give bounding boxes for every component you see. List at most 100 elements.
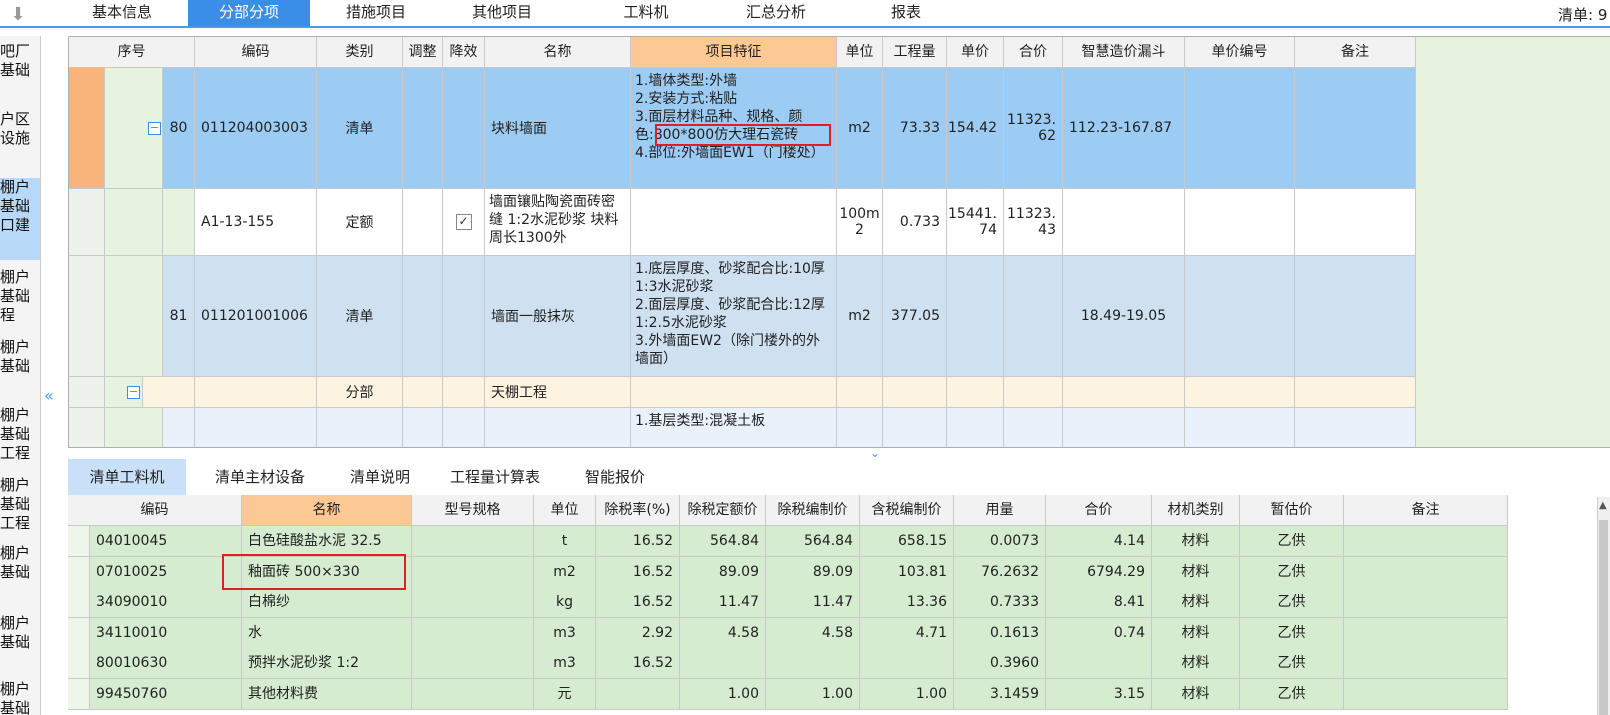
adjust-cell[interactable]	[403, 68, 443, 189]
reduce-checkbox[interactable]: ✓	[455, 214, 472, 230]
code-cell[interactable]	[195, 377, 317, 408]
remark-cell[interactable]	[1344, 678, 1508, 710]
adjust-cell[interactable]	[403, 377, 443, 408]
col-header[interactable]: 用量	[954, 495, 1046, 526]
tab-sub-items[interactable]: 分部分项	[188, 0, 310, 26]
spec-cell[interactable]	[412, 648, 534, 679]
estimate-cell[interactable]: 乙供	[1240, 648, 1344, 679]
sidebar-item[interactable]: 棚户 基础	[0, 338, 40, 380]
name-cell[interactable]: 白色硅酸盐水泥 32.5	[242, 526, 412, 557]
name-cell[interactable]: 墙面一般抹灰	[485, 256, 631, 377]
code-cell[interactable]: 99450760	[90, 678, 242, 710]
col-header[interactable]: 除税定额价	[680, 495, 766, 526]
name-cell[interactable]: 白棉纱	[242, 587, 412, 618]
row-indicator[interactable]	[69, 68, 105, 189]
usage-cell[interactable]: 3.1459	[954, 678, 1046, 710]
col-header[interactable]: 备注	[1344, 495, 1508, 526]
seq-cell[interactable]	[163, 189, 195, 256]
unit-cell[interactable]: kg	[534, 587, 596, 618]
tab-measures[interactable]: 措施项目	[316, 0, 436, 26]
row-marker[interactable]	[68, 526, 90, 557]
name-cell[interactable]: 墙面镶贴陶瓷面砖密缝 1:2水泥砂浆 块料周长1300外	[485, 189, 631, 256]
prep-price-cell[interactable]: 1.00	[766, 678, 860, 710]
quota-price-cell[interactable]: 4.58	[680, 617, 766, 649]
spec-cell[interactable]	[412, 617, 534, 649]
price-cell[interactable]	[947, 256, 1004, 377]
tax-rate-cell[interactable]: 16.52	[596, 648, 680, 679]
tab-list-notes[interactable]: 清单说明	[330, 459, 430, 495]
total-cell[interactable]: 11323.62	[1004, 68, 1063, 189]
smart-cost-cell[interactable]	[1063, 408, 1185, 447]
row-indicator[interactable]	[69, 189, 105, 256]
name-cell[interactable]: 釉面砖 500×330	[242, 556, 412, 588]
price-cell[interactable]	[947, 377, 1004, 408]
sidebar-item-active[interactable]: 棚户 基础 口建	[0, 178, 40, 260]
features-cell[interactable]	[631, 377, 837, 408]
tab-other-items[interactable]: 其他项目	[442, 0, 562, 26]
prep-price-cell[interactable]	[766, 648, 860, 679]
col-header[interactable]: 合价	[1046, 495, 1152, 526]
col-header[interactable]: 降效	[443, 37, 485, 68]
price-no-cell[interactable]	[1185, 377, 1295, 408]
category-cell[interactable]: 材料	[1152, 678, 1240, 710]
row-indicator[interactable]	[69, 377, 105, 408]
col-header[interactable]: 单价	[947, 37, 1004, 68]
category-cell[interactable]: 材料	[1152, 587, 1240, 618]
unit-cell[interactable]	[837, 377, 883, 408]
tab-basic-info[interactable]: 基本信息	[56, 0, 188, 26]
row-marker[interactable]	[68, 648, 90, 679]
unit-cell[interactable]: t	[534, 526, 596, 557]
tax-rate-cell[interactable]: 16.52	[596, 556, 680, 588]
qty-cell[interactable]	[883, 377, 947, 408]
unit-cell[interactable]: m2	[534, 556, 596, 588]
reduce-cell[interactable]	[443, 256, 485, 377]
col-header-selected[interactable]: 名称	[242, 495, 412, 526]
sidebar-item[interactable]: 户区 设施	[0, 110, 40, 170]
total-cell[interactable]	[1004, 377, 1063, 408]
code-cell[interactable]: 80010630	[90, 648, 242, 679]
tax-rate-cell[interactable]: 16.52	[596, 526, 680, 557]
tab-main-materials[interactable]: 清单主材设备	[190, 459, 330, 495]
name-cell[interactable]: 其他材料费	[242, 678, 412, 710]
usage-cell[interactable]: 0.3960	[954, 648, 1046, 679]
down-arrow-icon[interactable]: ⬇	[6, 4, 30, 26]
sidebar-item[interactable]: 棚户 基础	[0, 680, 40, 715]
price-no-cell[interactable]	[1185, 408, 1295, 447]
tax-incl-price-cell[interactable]: 658.15	[860, 526, 954, 557]
code-cell[interactable]	[195, 408, 317, 447]
col-header[interactable]: 材机类别	[1152, 495, 1240, 526]
code-cell[interactable]: 011204003003	[195, 68, 317, 189]
tax-incl-price-cell[interactable]	[860, 648, 954, 679]
type-cell[interactable]: 清单	[317, 256, 403, 377]
qty-cell[interactable]	[883, 408, 947, 447]
tax-incl-price-cell[interactable]: 103.81	[860, 556, 954, 588]
quota-price-cell[interactable]: 1.00	[680, 678, 766, 710]
sidebar-item[interactable]: 棚户 基础 工程	[0, 476, 40, 536]
usage-cell[interactable]: 0.1613	[954, 617, 1046, 649]
tax-rate-cell[interactable]: 16.52	[596, 587, 680, 618]
smart-cost-cell[interactable]	[1063, 189, 1185, 256]
price-cell[interactable]	[947, 408, 1004, 447]
seq-cell[interactable]	[143, 377, 195, 408]
remark-cell[interactable]	[1344, 556, 1508, 588]
unit-cell[interactable]: m2	[837, 68, 883, 189]
spec-cell[interactable]	[412, 556, 534, 588]
col-header[interactable]: 单位	[534, 495, 596, 526]
code-cell[interactable]: 34110010	[90, 617, 242, 649]
smart-cost-cell[interactable]: 112.23-167.87	[1063, 68, 1185, 189]
total-cell[interactable]: 6794.29	[1046, 556, 1152, 588]
row-marker[interactable]	[68, 617, 90, 649]
row-marker[interactable]	[68, 587, 90, 618]
name-cell[interactable]	[485, 408, 631, 447]
remark-cell[interactable]	[1344, 617, 1508, 649]
unit-cell[interactable]: 元	[534, 678, 596, 710]
remark-cell[interactable]	[1295, 68, 1416, 189]
col-header[interactable]: 型号规格	[412, 495, 534, 526]
col-header[interactable]: 调整	[403, 37, 443, 68]
remark-cell[interactable]	[1295, 408, 1416, 447]
category-cell[interactable]: 材料	[1152, 526, 1240, 557]
type-cell[interactable]: 定额	[317, 189, 403, 256]
qty-cell[interactable]: 73.33	[883, 68, 947, 189]
sidebar-item[interactable]: 棚户 基础 程	[0, 268, 40, 328]
row-indicator[interactable]	[69, 256, 105, 377]
